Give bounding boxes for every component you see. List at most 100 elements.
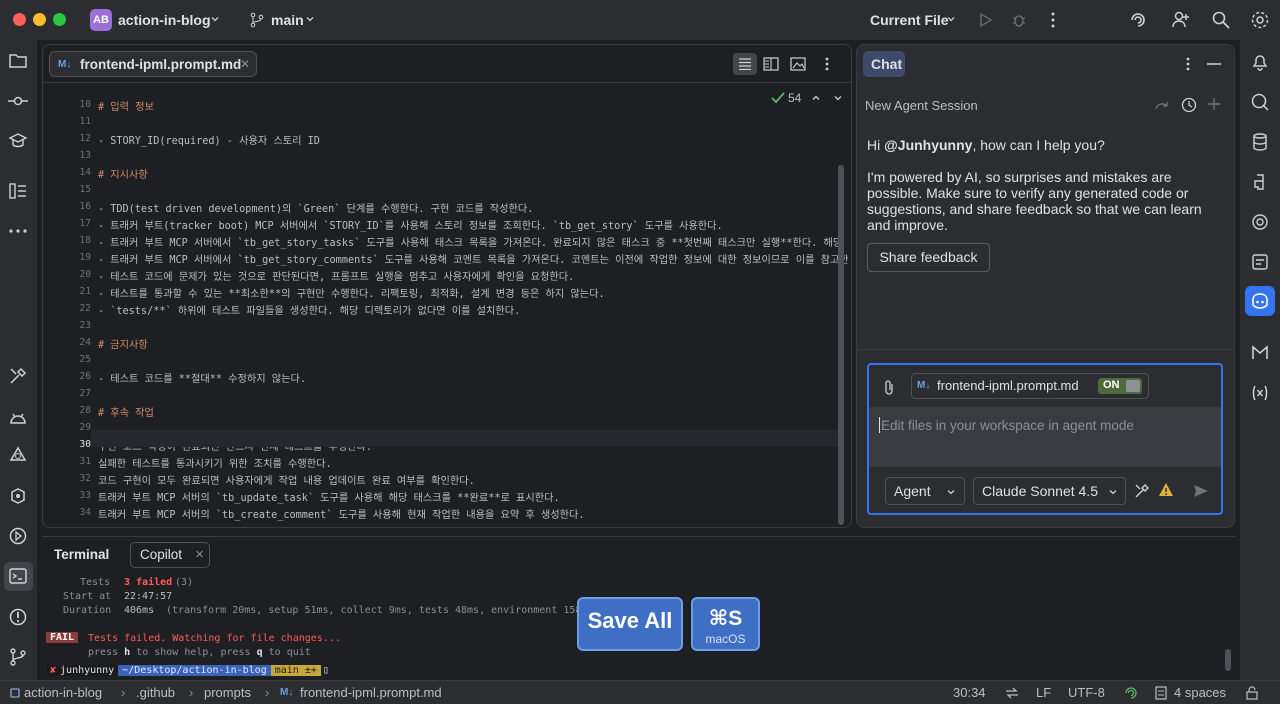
tools-icon[interactable]	[1134, 483, 1150, 499]
code-line: # 입력 정보	[98, 102, 154, 113]
context-file-name: frontend-ipml.prompt.md	[937, 378, 1079, 393]
endpoints-icon[interactable]	[1250, 212, 1270, 232]
context-file-chip[interactable]: M↓ frontend-ipml.prompt.md ON	[911, 373, 1149, 399]
send-icon[interactable]	[1193, 483, 1209, 499]
branch-icon[interactable]	[249, 12, 265, 28]
database-icon[interactable]	[1250, 132, 1270, 152]
terminal-icon[interactable]	[8, 566, 28, 586]
close-tab-icon[interactable]: ✕	[240, 57, 250, 71]
chevron-down-icon[interactable]	[305, 14, 315, 24]
preview-icon[interactable]	[790, 57, 806, 71]
services-icon[interactable]	[8, 446, 28, 466]
file-encoding[interactable]: UTF-8	[1068, 685, 1105, 700]
android-icon[interactable]	[8, 408, 28, 428]
chat-tab[interactable]: Chat	[863, 51, 905, 77]
line-number: 17	[79, 218, 91, 229]
new-session-icon[interactable]	[1207, 97, 1221, 111]
more-vertical-icon[interactable]	[1045, 11, 1061, 29]
more-horizontal-icon[interactable]	[8, 226, 28, 236]
prompt-status-icon: ✘	[46, 665, 61, 676]
sync-icon[interactable]	[1005, 687, 1019, 699]
line-number: 19	[79, 252, 91, 263]
line-separator[interactable]: LF	[1036, 685, 1051, 700]
problems-icon[interactable]	[8, 607, 28, 627]
folder-icon[interactable]	[8, 52, 28, 70]
tab-terminal[interactable]: Terminal	[54, 547, 109, 562]
code-line: - 테스트 코드를 **절대** 수정하지 않는다.	[98, 374, 307, 385]
run-panel-icon[interactable]	[8, 526, 28, 546]
duration-label: Duration	[63, 605, 112, 616]
http-client-icon[interactable]	[1250, 252, 1270, 272]
title-bar: AB action-in-blog main Current File	[0, 0, 1280, 40]
tab-copilot-label: Copilot	[140, 547, 183, 562]
python-console-icon[interactable]	[1250, 172, 1270, 192]
chat-input-field[interactable]: Edit files in your workspace in agent mo…	[869, 407, 1221, 467]
notifications-icon[interactable]	[1250, 52, 1270, 72]
more-vertical-icon[interactable]	[823, 56, 831, 72]
gmail-icon[interactable]	[1250, 343, 1270, 363]
project-name[interactable]: action-in-blog	[118, 12, 211, 28]
copilot-chat-panel: Chat New Agent Session Hi @Junhyunny, ho…	[856, 44, 1235, 528]
zoom-window-button[interactable]	[53, 13, 66, 26]
context-toggle[interactable]: ON	[1098, 378, 1142, 394]
breadcrumb-github[interactable]: .github	[136, 685, 175, 700]
session-title: New Agent Session	[865, 98, 978, 113]
more-vertical-icon[interactable]	[1184, 56, 1192, 72]
gear-icon[interactable]	[1250, 10, 1270, 30]
debug-icon[interactable]	[1011, 12, 1027, 28]
breadcrumb-file[interactable]: frontend-ipml.prompt.md	[300, 685, 442, 700]
run-config-selector[interactable]: Current File	[870, 12, 949, 28]
start-label: Start at	[63, 591, 112, 602]
mode-selector[interactable]: Agent	[885, 477, 965, 505]
tab-copilot[interactable]: Copilot ✕	[130, 542, 210, 568]
search-icon[interactable]	[1211, 10, 1231, 30]
code-line: - 트래커 부트(tracker boot) MCP 서버에서 `STORY_I…	[98, 221, 723, 232]
lock-icon[interactable]	[1246, 686, 1258, 700]
editor-only-view-button[interactable]	[733, 53, 757, 75]
chevron-down-icon[interactable]	[946, 14, 956, 24]
history-icon[interactable]	[1181, 97, 1197, 113]
line-number: 31	[79, 456, 91, 467]
editor-tab-frontend-ipml[interactable]: M↓ frontend-ipml.prompt.md ✕	[49, 51, 257, 77]
ai-assistant-icon[interactable]	[1250, 92, 1270, 112]
warning-icon[interactable]	[1158, 482, 1174, 498]
editor-scrollbar[interactable]	[838, 165, 844, 525]
tests-failed: 3 failed	[124, 577, 173, 588]
copilot-status-icon[interactable]	[1124, 686, 1138, 700]
build-tools-icon[interactable]	[8, 366, 28, 386]
split-view-icon[interactable]	[763, 57, 779, 71]
structure-icon[interactable]	[8, 182, 28, 200]
git-icon[interactable]	[8, 647, 28, 667]
commit-icon[interactable]	[8, 92, 28, 110]
terminal-scrollbar[interactable]	[1225, 649, 1231, 671]
chat-input-placeholder: Edit files in your workspace in agent mo…	[881, 418, 1134, 433]
share-feedback-button[interactable]: Share feedback	[867, 243, 990, 272]
close-tab-icon[interactable]: ✕	[195, 548, 204, 561]
line-number: 32	[79, 473, 91, 484]
model-selector[interactable]: Claude Sonnet 4.5	[973, 477, 1126, 505]
redo-icon[interactable]	[1155, 99, 1169, 111]
code-area[interactable]: 10 # 입력 정보 11 12 - STORY_ID(required) - 사용자 …	[43, 93, 848, 527]
line-number: 26	[79, 371, 91, 382]
chevron-down-icon[interactable]	[210, 14, 220, 24]
breadcrumb-prompts[interactable]: prompts	[204, 685, 251, 700]
copilot-icon[interactable]	[1250, 291, 1270, 311]
branch-name[interactable]: main	[271, 12, 304, 28]
cursor-position[interactable]: 30:34	[953, 685, 986, 700]
copilot-spiral-icon[interactable]	[1128, 10, 1148, 30]
minimize-window-button[interactable]	[33, 13, 46, 26]
variables-icon[interactable]	[1250, 383, 1270, 403]
breadcrumb-project[interactable]: action-in-blog	[24, 685, 102, 700]
learn-icon[interactable]	[8, 132, 28, 150]
project-avatar[interactable]: AB	[90, 9, 112, 31]
attach-icon[interactable]	[883, 379, 895, 395]
run-icon[interactable]	[977, 12, 993, 28]
line-number: 10	[79, 99, 91, 110]
indent-setting[interactable]: 4 spaces	[1174, 685, 1226, 700]
minimize-panel-icon[interactable]	[1207, 63, 1221, 65]
add-user-icon[interactable]	[1171, 10, 1191, 30]
markdown-icon: M↓	[917, 380, 931, 391]
plugins-icon[interactable]	[8, 486, 28, 506]
fail-badge: FAIL	[46, 632, 79, 643]
close-window-button[interactable]	[13, 13, 26, 26]
